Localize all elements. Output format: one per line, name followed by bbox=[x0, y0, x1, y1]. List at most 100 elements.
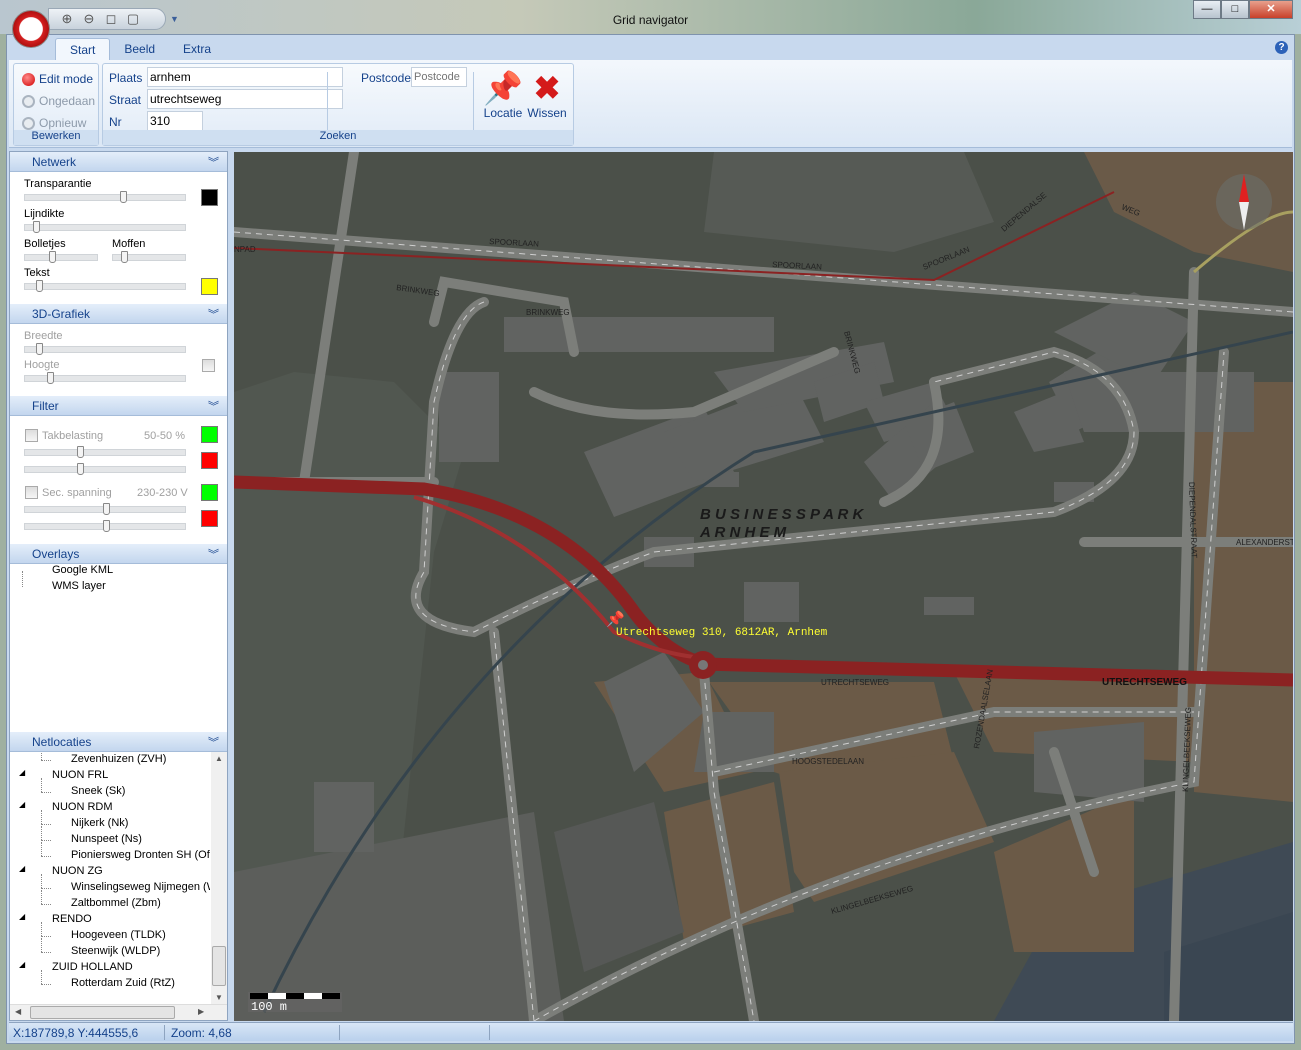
nr-input[interactable] bbox=[147, 111, 203, 131]
expand-toggle-icon[interactable]: ◢ bbox=[19, 800, 25, 809]
tree-item[interactable]: Sneek (Sk) bbox=[71, 785, 125, 797]
panel-header-netlocaties[interactable]: Netlocaties ︾ bbox=[10, 732, 227, 752]
scrollbar-thumb[interactable] bbox=[212, 946, 226, 986]
tab-start[interactable]: Start bbox=[55, 38, 111, 60]
tree-item[interactable]: Zevenhuizen (ZVH) bbox=[71, 753, 166, 765]
tree-item[interactable]: Zaltbommel (Zbm) bbox=[71, 897, 161, 909]
tree-item[interactable]: Hoogeveen (TLDK) bbox=[71, 929, 166, 941]
transparantie-slider[interactable] bbox=[24, 191, 186, 203]
breedte-slider[interactable] bbox=[24, 343, 186, 355]
tree-connector bbox=[41, 938, 42, 952]
zoom-window-icon[interactable]: ▢ bbox=[125, 11, 141, 27]
customize-toolbar-icon[interactable]: ▼ bbox=[170, 14, 179, 24]
maximize-button[interactable]: □ bbox=[1221, 0, 1249, 19]
takbelasting-min-slider[interactable] bbox=[24, 446, 186, 458]
straat-label: Straat bbox=[109, 93, 142, 107]
clear-x-icon: ✖ bbox=[533, 70, 561, 106]
map-view[interactable]: SPOORLAAN SPOORLAAN SPOORLAAN BRINKWEG B… bbox=[234, 152, 1293, 1021]
panel-header-overlays[interactable]: Overlays ︾ bbox=[10, 544, 227, 564]
takbelasting-max-slider[interactable] bbox=[24, 463, 186, 475]
hoogte-slider[interactable] bbox=[24, 372, 186, 384]
straat-input[interactable] bbox=[147, 89, 343, 109]
wissen-button[interactable]: ✖ Wissen bbox=[525, 70, 569, 120]
expand-toggle-icon[interactable]: ◢ bbox=[19, 768, 25, 777]
panel-header-netwerk[interactable]: Netwerk ︾ bbox=[10, 152, 227, 172]
hoogte-label: Hoogte bbox=[24, 359, 60, 371]
window-title: Grid navigator bbox=[612, 13, 689, 27]
bolletjes-slider[interactable] bbox=[24, 251, 98, 263]
panel-title: Filter bbox=[32, 399, 59, 413]
tree-item[interactable]: Nijkerk (Nk) bbox=[71, 817, 128, 829]
minimize-button[interactable]: — bbox=[1193, 0, 1221, 19]
tree-item[interactable]: Pioniersweg Dronten SH (Ofd bbox=[71, 849, 210, 861]
moffen-label: Moffen bbox=[112, 238, 146, 250]
collapse-chevron-icon[interactable]: ︾ bbox=[208, 306, 219, 322]
zoom-out-icon[interactable]: ⊖ bbox=[81, 11, 97, 27]
locatie-button[interactable]: 📌 Locatie bbox=[481, 70, 525, 120]
sec-spanning-low-color[interactable] bbox=[201, 484, 218, 501]
panel-header-3d-grafiek[interactable]: 3D-Grafiek ︾ bbox=[10, 304, 227, 324]
takbelasting-high-color[interactable] bbox=[201, 452, 218, 469]
tekst-color-swatch[interactable] bbox=[201, 278, 218, 295]
3d-checkbox[interactable] bbox=[202, 359, 215, 372]
help-icon[interactable]: ? bbox=[1275, 41, 1288, 54]
lijndikte-slider[interactable] bbox=[24, 221, 186, 233]
tree-horizontal-scrollbar[interactable]: ◀ ▶ bbox=[10, 1004, 227, 1020]
scrollbar-thumb[interactable] bbox=[30, 1006, 175, 1019]
status-bar: X:187789,8 Y:444555,6 Zoom: 4,68 bbox=[9, 1022, 1293, 1041]
tree-group[interactable]: ZUID HOLLAND bbox=[52, 961, 133, 973]
tab-beeld[interactable]: Beeld bbox=[110, 38, 169, 60]
zoom-in-icon[interactable]: ⊕ bbox=[59, 11, 75, 27]
locatie-label: Locatie bbox=[483, 106, 523, 120]
expand-toggle-icon[interactable]: ◢ bbox=[19, 960, 25, 969]
tree-vertical-scrollbar[interactable]: ▲ ▼ bbox=[211, 752, 227, 1004]
plaats-input[interactable] bbox=[147, 67, 343, 87]
tree-group[interactable]: NUON ZG bbox=[52, 865, 103, 877]
tree-group[interactable]: NUON FRL bbox=[52, 769, 108, 781]
edit-mode-button[interactable]: Edit mode bbox=[22, 72, 93, 86]
sec-spanning-min-slider[interactable] bbox=[24, 503, 186, 515]
tekst-slider[interactable] bbox=[24, 280, 186, 292]
tree-connector bbox=[41, 752, 42, 760]
collapse-chevron-icon[interactable]: ︾ bbox=[208, 546, 219, 562]
collapse-chevron-icon[interactable]: ︾ bbox=[208, 154, 219, 170]
tab-extra[interactable]: Extra bbox=[169, 38, 225, 60]
tree-item[interactable]: Steenwijk (WLDP) bbox=[71, 945, 160, 957]
svg-text:UTRECHTSEWEG: UTRECHTSEWEG bbox=[821, 678, 889, 687]
panel-title: Overlays bbox=[32, 547, 80, 561]
svg-text:NPAD: NPAD bbox=[234, 245, 256, 254]
expand-toggle-icon[interactable]: ◢ bbox=[19, 912, 25, 921]
overlay-item[interactable]: Google KML bbox=[52, 564, 113, 576]
redo-button[interactable]: Opnieuw bbox=[22, 116, 86, 130]
tree-item[interactable]: Nunspeet (Ns) bbox=[71, 833, 142, 845]
tree-connector bbox=[41, 970, 42, 984]
netlocaties-tree: Zevenhuizen (ZVH) NUON FRL ◢ Sneek (Sk) NUON… bbox=[10, 752, 210, 1004]
location-label: Utrechtseweg 310, 6812AR, Arnhem bbox=[616, 627, 828, 639]
sec-spanning-checkbox[interactable] bbox=[25, 486, 38, 499]
collapse-chevron-icon[interactable]: ︾ bbox=[208, 398, 219, 414]
panel-header-filter[interactable]: Filter ︾ bbox=[10, 396, 227, 416]
location-pin-icon[interactable]: 📌 bbox=[606, 609, 625, 628]
tree-item[interactable]: Winselingseweg Nijmegen (W bbox=[71, 881, 210, 893]
area-label: A R N H E M bbox=[699, 524, 787, 541]
takbelasting-low-color[interactable] bbox=[201, 426, 218, 443]
tree-group[interactable]: NUON RDM bbox=[52, 801, 113, 813]
undo-button[interactable]: Ongedaan bbox=[22, 94, 95, 108]
tree-group[interactable]: RENDO bbox=[52, 913, 92, 925]
collapse-chevron-icon[interactable]: ︾ bbox=[208, 734, 219, 750]
compass-icon[interactable] bbox=[1216, 174, 1272, 230]
sec-spanning-high-color[interactable] bbox=[201, 510, 218, 527]
record-icon bbox=[22, 72, 35, 86]
moffen-slider[interactable] bbox=[112, 251, 186, 263]
close-button[interactable]: ✕ bbox=[1249, 0, 1293, 19]
zoom-extent-icon[interactable]: ◻ bbox=[103, 11, 119, 27]
overlay-item[interactable]: WMS layer bbox=[52, 580, 106, 592]
expand-toggle-icon[interactable]: ◢ bbox=[19, 864, 25, 873]
tree-item[interactable]: Rotterdam Zuid (RtZ) bbox=[71, 977, 175, 989]
app-logo[interactable] bbox=[12, 10, 50, 48]
transparantie-color-swatch[interactable] bbox=[201, 189, 218, 206]
postcode-input[interactable] bbox=[411, 67, 467, 87]
sec-spanning-max-slider[interactable] bbox=[24, 520, 186, 532]
takbelasting-checkbox[interactable] bbox=[25, 429, 38, 442]
pushpin-icon: 📌 bbox=[483, 70, 523, 106]
